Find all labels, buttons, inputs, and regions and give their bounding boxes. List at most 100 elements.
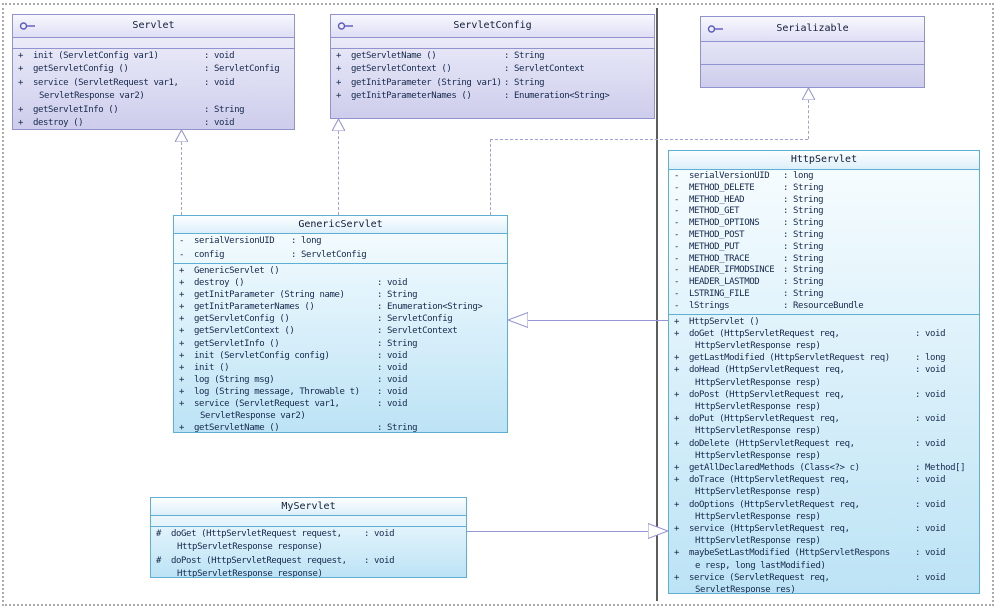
visibility-marker: -: [674, 241, 680, 252]
member-type: : String: [783, 241, 824, 252]
member-type: : void: [377, 362, 408, 373]
methods-compartment: + GenericServlet () + destroy (): void + getI…: [174, 263, 507, 432]
attribute-row: - METHOD_POST: String: [674, 230, 977, 242]
attribute-row: - METHOD_TRACE: String: [674, 254, 977, 266]
member-signature: getServletInfo (): [33, 104, 119, 115]
method-row: + init (): void: [179, 362, 505, 374]
visibility-marker: +: [179, 326, 185, 337]
member-type: : void: [915, 438, 946, 449]
method-row: + getServletName (): String: [336, 50, 652, 63]
method-row: + getInitParameterNames (): Enumeration<S…: [179, 301, 505, 313]
visibility-marker: -: [674, 206, 680, 217]
member-type: : String: [783, 265, 824, 276]
interface-lollipop-icon: [19, 22, 35, 30]
member-signature: doGet (HttpServletRequest request, HttpSe…: [171, 529, 342, 553]
member-type: : ServletConfig: [377, 314, 453, 325]
method-row: + maybeSetLastModified (HttpServletRespon…: [674, 547, 977, 571]
class-title: Serializable: [701, 17, 924, 42]
member-type: : void: [377, 278, 408, 289]
interface-lollipop-icon: [337, 22, 353, 30]
attribute-row: - LSTRING_FILE: String: [674, 289, 977, 301]
method-row: + log (String msg): void: [179, 374, 505, 386]
class-box-serializable[interactable]: Serializable: [700, 16, 925, 88]
method-row: + service (ServletRequest var1, ServletRes…: [179, 398, 505, 422]
realization-dashed-line: [490, 139, 491, 215]
member-type: : long: [291, 236, 322, 246]
member-signature: getServletConfig (): [194, 314, 290, 325]
member-signature: HttpServlet (): [689, 316, 760, 327]
member-type: : void: [377, 386, 408, 397]
visibility-marker: -: [674, 171, 680, 181]
generalization-triangle-icon: [508, 312, 528, 328]
member-signature: init (ServletConfig config): [194, 350, 330, 361]
visibility-marker: +: [179, 314, 185, 325]
method-row: + doDelete (HttpServletRequest req, HttpSe…: [674, 438, 977, 462]
method-row: + getInitParameter (String name): String: [179, 289, 505, 301]
member-signature: init (): [194, 362, 230, 373]
visibility-marker: +: [179, 374, 185, 385]
member-signature: getInitParameter (String name): [194, 290, 345, 301]
member-type: : void: [377, 374, 408, 385]
method-row: + log (String message, Throwable t): void: [179, 386, 505, 398]
member-type: : Method[]: [915, 463, 966, 473]
member-signature: doPost (HttpServletRequest req, HttpServl…: [689, 389, 845, 412]
member-signature: service (ServletRequest var1, ServletResp…: [33, 77, 179, 102]
class-title: ServletConfig: [331, 15, 654, 38]
method-row: + doTrace (HttpServletRequest req, HttpSer…: [674, 474, 977, 498]
method-row: + doPut (HttpServletRequest req, HttpServl…: [674, 413, 977, 437]
class-box-httpservlet[interactable]: HttpServlet - serialVersionUID: long - METH…: [668, 150, 980, 594]
member-type: : void: [915, 389, 946, 400]
attributes-compartment: - serialVersionUID: long - config: ServletC…: [174, 234, 507, 263]
method-row: + getInitParameter (String var1): String: [336, 77, 652, 90]
member-type: : String: [377, 338, 418, 349]
generalization-line: [528, 320, 668, 321]
member-signature: getInitParameter (String var1): [351, 77, 502, 88]
class-box-genericservlet[interactable]: GenericServlet - serialVersionUID: long - c…: [173, 215, 508, 433]
visibility-marker: +: [674, 316, 680, 327]
class-name-label: Serializable: [776, 23, 849, 34]
member-signature: doPut (HttpServletRequest req, HttpServle…: [689, 414, 840, 437]
generalization-triangle-icon: [332, 119, 345, 131]
method-row: + init (ServletConfig var1): void: [18, 50, 292, 63]
method-row: + getServletContext (): ServletContext: [336, 63, 652, 76]
member-type: : void: [204, 77, 235, 88]
member-signature: lStrings: [689, 300, 730, 311]
method-row: + init (ServletConfig config): void: [179, 350, 505, 362]
member-signature: HEADER_LASTMOD: [689, 277, 760, 288]
member-type: : ServletContext: [504, 64, 585, 75]
member-type: : void: [377, 399, 408, 410]
visibility-marker: +: [674, 389, 680, 400]
visibility-marker: -: [674, 218, 680, 229]
member-signature: METHOD_PUT: [689, 241, 740, 252]
realization-dashed-line: [181, 142, 182, 215]
member-type: : void: [915, 548, 946, 559]
member-type: : String: [783, 194, 824, 205]
member-type: : String: [377, 423, 418, 432]
methods-compartment: # doGet (HttpServletRequest request, HttpS…: [151, 526, 466, 577]
member-type: : String: [504, 77, 545, 88]
class-box-servlet[interactable]: Servlet + init (ServletConfig var1): void…: [12, 14, 295, 130]
visibility-marker: +: [179, 399, 185, 410]
member-signature: serialVersionUID: [194, 236, 275, 246]
method-row: + getInitParameterNames (): Enumeration<S…: [336, 90, 652, 103]
visibility-marker: +: [179, 266, 185, 276]
visibility-marker: +: [336, 91, 342, 102]
member-type: : void: [204, 51, 235, 61]
method-row: + service (ServletRequest req, ServletResp…: [674, 572, 977, 593]
visibility-marker: +: [336, 51, 342, 61]
member-signature: getInitParameterNames (): [194, 302, 315, 313]
method-row: + getServletName (): String: [179, 422, 505, 432]
member-signature: doDelete (HttpServletRequest req, HttpSer…: [689, 438, 855, 461]
member-type: : long: [783, 171, 814, 181]
visibility-marker: +: [674, 328, 680, 339]
attribute-row: - METHOD_DELETE: String: [674, 183, 977, 195]
member-type: : String: [377, 290, 418, 301]
class-box-servletconfig[interactable]: ServletConfig + getServletName (): String…: [330, 14, 655, 119]
visibility-marker: +: [18, 104, 24, 115]
visibility-marker: #: [156, 529, 162, 539]
method-row: # doPost (HttpServletRequest request, Http…: [156, 555, 464, 577]
visibility-marker: +: [336, 64, 342, 75]
member-type: : String: [783, 218, 824, 229]
class-box-myservlet[interactable]: MyServlet # doGet (HttpServletRequest req…: [150, 497, 467, 578]
member-signature: doTrace (HttpServletRequest req, HttpServ…: [689, 475, 850, 498]
